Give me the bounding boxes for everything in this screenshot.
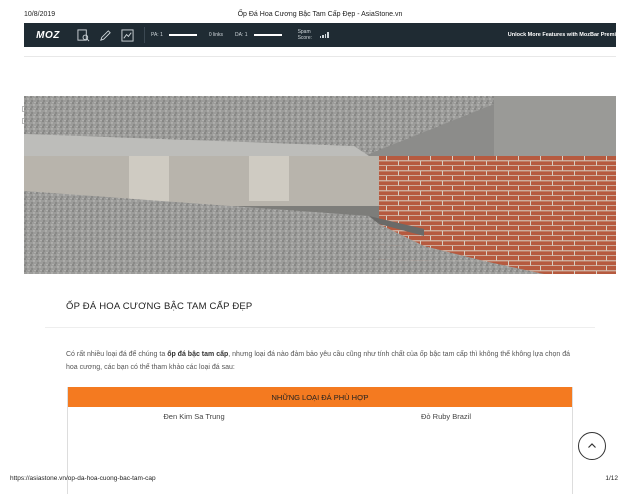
chevron-up-icon — [588, 443, 596, 448]
page-analysis-icon[interactable] — [74, 26, 92, 44]
table-row: Đen Kim Sa Trung Đỏ Ruby Brazil — [68, 407, 572, 425]
links-count[interactable]: 0 links — [209, 32, 223, 38]
print-page-number: 1/12 — [605, 475, 618, 482]
print-url: https://asiastone.vn/op-da-hoa-cuong-bac… — [10, 475, 156, 482]
mozbar-settings-icon[interactable] — [118, 26, 136, 44]
article-intro: Có rất nhiều loại đá để chúng ta ốp đá b… — [66, 348, 576, 374]
spam-score-label: Spam Score: — [297, 29, 313, 41]
domain-authority-metric: DA: 1 — [235, 32, 286, 38]
spam-score: Spam Score: — [298, 29, 330, 41]
table-cell[interactable]: Đỏ Ruby Brazil — [320, 412, 572, 421]
pa-bar — [168, 34, 197, 36]
page-authority-metric: PA: 1 — [151, 32, 201, 38]
print-page-title: Ốp Đá Hoa Cương Bậc Tam Cấp Đẹp - AsiaSt… — [237, 11, 403, 18]
unlock-premium-link[interactable]: Unlock More Features with MozBar Premi — [508, 32, 616, 38]
toolbar-divider — [144, 27, 145, 43]
scroll-to-top-button[interactable] — [578, 432, 606, 460]
intro-text-start: Có rất nhiều loại đá để chúng ta — [66, 351, 168, 358]
mozbar-toolbar: MOZ PA: 1 0 links DA: 1 Spam Score: Unlo… — [24, 23, 616, 47]
print-footer: https://asiastone.vn/op-da-hoa-cuong-bac… — [0, 475, 640, 489]
article-card: ỐP ĐÁ HOA CƯƠNG BẬC TAM CẤP ĐẸP Có rất n… — [45, 287, 595, 494]
article-title: ỐP ĐÁ HOA CƯƠNG BẬC TAM CẤP ĐẸP — [66, 301, 253, 312]
da-label: DA: 1 — [235, 32, 248, 38]
da-bar — [253, 34, 282, 36]
moz-logo[interactable]: MOZ — [24, 23, 72, 47]
table-header: NHỮNG LOẠI ĐÁ PHÙ HỢP — [68, 387, 572, 407]
spam-score-bars-icon — [319, 32, 330, 38]
table-cell[interactable]: Đen Kim Sa Trung — [68, 412, 320, 421]
hero-image — [24, 96, 616, 274]
header-divider — [24, 56, 616, 57]
intro-link-keyword[interactable]: ốp đá bậc tam cấp — [167, 351, 228, 358]
title-divider — [45, 327, 595, 328]
pa-label: PA: 1 — [151, 32, 163, 38]
print-header: 10/8/2019 Ốp Đá Hoa Cương Bậc Tam Cấp Đẹ… — [0, 0, 640, 22]
highlight-pen-icon[interactable] — [96, 26, 114, 44]
